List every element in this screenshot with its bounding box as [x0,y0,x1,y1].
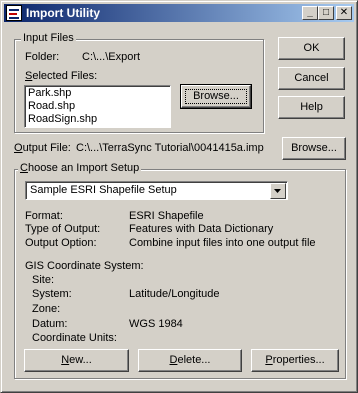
type-of-output-label: Type of Output: [25,223,101,235]
coordinate-units-label: Coordinate Units: [32,332,117,344]
close-button[interactable]: ✕ [336,6,352,20]
ok-button[interactable]: OK [278,37,345,60]
type-of-output-value: Features with Data Dictionary [129,223,274,235]
input-browse-button[interactable]: Browse... [180,84,252,109]
new-setup-button[interactable]: New... [24,349,129,372]
import-setup-group [14,169,346,379]
delete-setup-button[interactable]: Delete... [138,349,242,372]
selected-files-label: Selected Files: [25,70,98,82]
app-icon [6,5,22,21]
site-label: Site: [32,274,55,286]
format-label: Format: [25,210,63,222]
window-title: Import Utility [26,6,100,20]
list-item[interactable]: RoadSign.shp [28,113,97,125]
import-setup-value: Sample ESRI Shapefile Setup [30,184,177,196]
format-value: ESRI Shapefile [129,210,204,222]
system-value: Latitude/Longitude [129,288,220,300]
output-option-value: Combine input files into one output file [129,237,316,249]
output-file-label: Output File: [14,142,71,154]
dropdown-button[interactable] [270,183,286,199]
system-label: System: [32,288,72,300]
gis-coordinate-system-label: GIS Coordinate System: [25,260,144,272]
output-option-label: Output Option: [25,237,97,249]
list-item[interactable]: Park.shp [28,87,71,99]
help-button[interactable]: Help [278,96,345,119]
zone-label: Zone: [32,303,61,315]
import-setup-select[interactable]: Sample ESRI Shapefile Setup [25,181,288,200]
output-file-value: C:\...\TerraSync Tutorial\0041415a.imp [76,142,264,154]
selected-files-list[interactable]: Park.shp Road.shp RoadSign.shp [24,85,171,128]
chevron-down-icon [274,189,281,193]
datum-value: WGS 1984 [129,318,183,330]
maximize-button[interactable]: □ [318,6,334,20]
output-browse-button[interactable]: Browse... [282,137,346,160]
folder-label: Folder: [25,51,60,63]
folder-value: C:\...\Export [82,51,141,63]
import-utility-window: Import Utility _ □ ✕ Input Files Folder:… [0,0,358,393]
input-files-group-label: Input Files [21,32,76,44]
datum-label: Datum: [32,318,68,330]
list-item[interactable]: Road.shp [28,100,75,112]
import-setup-group-label: Choose an Import Setup [18,162,142,174]
cancel-button[interactable]: Cancel [278,67,345,90]
properties-button[interactable]: Properties... [251,349,339,372]
minimize-button[interactable]: _ [302,6,318,20]
title-bar[interactable]: Import Utility _ □ ✕ [4,4,354,22]
